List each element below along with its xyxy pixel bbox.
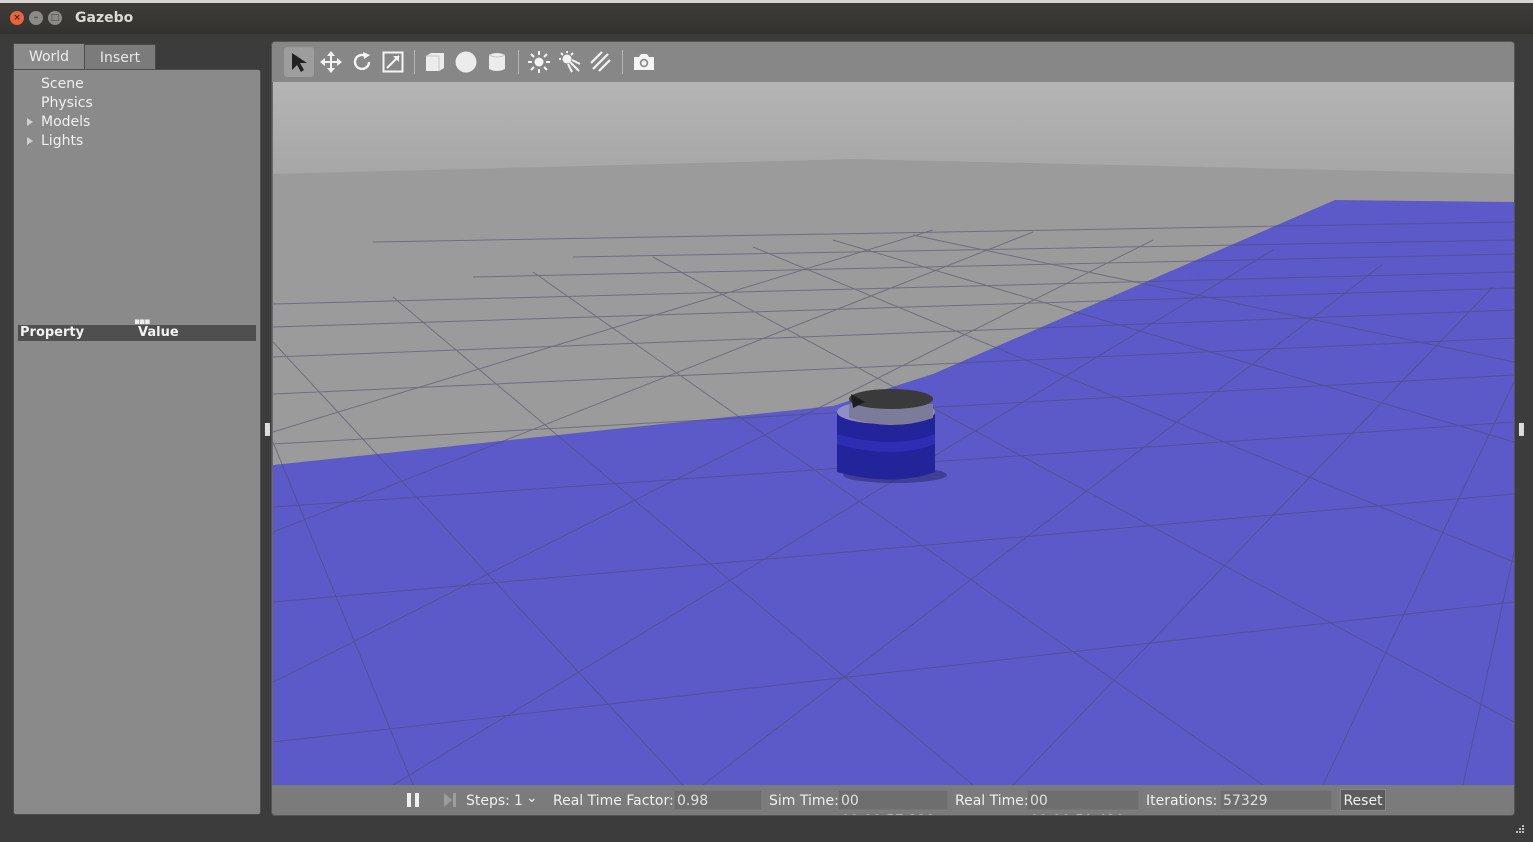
translate-tool-button[interactable]: [316, 47, 346, 77]
tree-item-label: Physics: [41, 95, 93, 111]
window-resize-grip[interactable]: [1513, 820, 1525, 833]
tree-item-label: Models: [41, 114, 91, 130]
close-icon: ×: [13, 13, 21, 23]
tab-world[interactable]: World: [13, 43, 85, 70]
directional-light-icon: [590, 51, 611, 72]
chevron-down-icon[interactable]: ⌄: [526, 790, 538, 806]
property-table-header: Property Value: [18, 325, 256, 341]
sim-time-label: Sim Time:: [769, 793, 839, 809]
sim-time-field: 00 00:00:57.329: [838, 790, 948, 815]
left-panel-resize-handle[interactable]: ▪ ▪ ▪: [264, 421, 271, 439]
toolbar-separator: [518, 50, 519, 74]
box-shape-button[interactable]: [420, 47, 450, 77]
toolbar-separator: [622, 50, 623, 74]
spot-light-button[interactable]: [555, 47, 585, 77]
rotate-icon: [353, 52, 371, 71]
screenshot-button[interactable]: [629, 47, 659, 77]
sphere-shape-icon: [455, 51, 477, 73]
cylinder-shape-icon: [488, 53, 506, 71]
toolbar-separator: [414, 50, 415, 74]
real-time-factor-field: 0.98: [674, 790, 762, 810]
maximize-icon: □: [50, 13, 60, 23]
tree-item-models[interactable]: Models: [27, 114, 91, 130]
iterations-label: Iterations:: [1146, 793, 1218, 809]
right-panel-resize-handle[interactable]: ▪ ▪ ▪: [1518, 421, 1525, 439]
tab-insert[interactable]: Insert: [84, 44, 156, 71]
cylinder-shape-button[interactable]: [482, 47, 512, 77]
toolbar: [272, 42, 1514, 82]
real-time-label: Real Time:: [955, 793, 1029, 809]
reset-button[interactable]: Reset: [1340, 789, 1386, 811]
property-column-header: Property: [20, 325, 85, 340]
scale-tool-button[interactable]: [378, 47, 408, 77]
expand-arrow-icon[interactable]: [27, 118, 33, 126]
tree-item-lights[interactable]: Lights: [27, 133, 84, 149]
minimize-window-button[interactable]: –: [29, 11, 43, 25]
real-time-factor-label: Real Time Factor:: [553, 793, 674, 809]
point-light-icon: [528, 51, 550, 73]
left-panel: World Insert Scene Physics Models Lights…: [13, 43, 261, 815]
directional-light-button[interactable]: [586, 47, 616, 77]
pause-icon: [407, 793, 419, 807]
step-forward-icon: [444, 793, 456, 807]
maximize-window-button[interactable]: □: [48, 11, 62, 25]
title-bar-edge: [0, 0, 1533, 3]
3d-viewport[interactable]: [273, 82, 1514, 785]
tree-item-label: Scene: [41, 76, 84, 92]
step-button[interactable]: [442, 792, 458, 808]
tree-item-label: Lights: [41, 133, 84, 149]
steps-spinbox[interactable]: 1: [514, 793, 523, 809]
arrow-select-icon: [292, 53, 307, 72]
value-column-header: Value: [138, 325, 179, 340]
tree-item-physics[interactable]: Physics: [41, 95, 93, 111]
close-window-button[interactable]: ×: [10, 11, 24, 25]
window-title: Gazebo: [75, 10, 134, 26]
translate-icon: [320, 51, 342, 73]
spot-light-icon: [559, 51, 581, 73]
resize-grip-icon: [1516, 825, 1524, 833]
status-bar: Steps: 1 ⌄ Real Time Factor: 0.98 Sim Ti…: [272, 785, 1514, 815]
sphere-shape-button[interactable]: [451, 47, 481, 77]
scene-render[interactable]: [273, 82, 1514, 785]
world-tree-panel: Scene Physics Models Lights ▪▪▪ Property…: [13, 69, 261, 815]
pause-button[interactable]: [406, 792, 420, 808]
box-shape-icon: [426, 53, 444, 71]
expand-arrow-icon[interactable]: [27, 137, 33, 145]
tree-item-scene[interactable]: Scene: [41, 76, 84, 92]
real-time-field: 00 00:00:59.480: [1027, 790, 1139, 815]
viewport-panel: Steps: 1 ⌄ Real Time Factor: 0.98 Sim Ti…: [271, 41, 1515, 816]
rotate-tool-button[interactable]: [347, 47, 377, 77]
scale-icon: [382, 51, 404, 73]
point-light-button[interactable]: [524, 47, 554, 77]
select-tool-button[interactable]: [284, 47, 314, 77]
screenshot-icon: [634, 54, 654, 70]
minimize-icon: –: [33, 13, 39, 23]
iterations-field: 57329: [1220, 790, 1332, 810]
steps-label: Steps:: [466, 793, 510, 809]
title-bar: × – □ Gazebo: [0, 0, 1533, 34]
